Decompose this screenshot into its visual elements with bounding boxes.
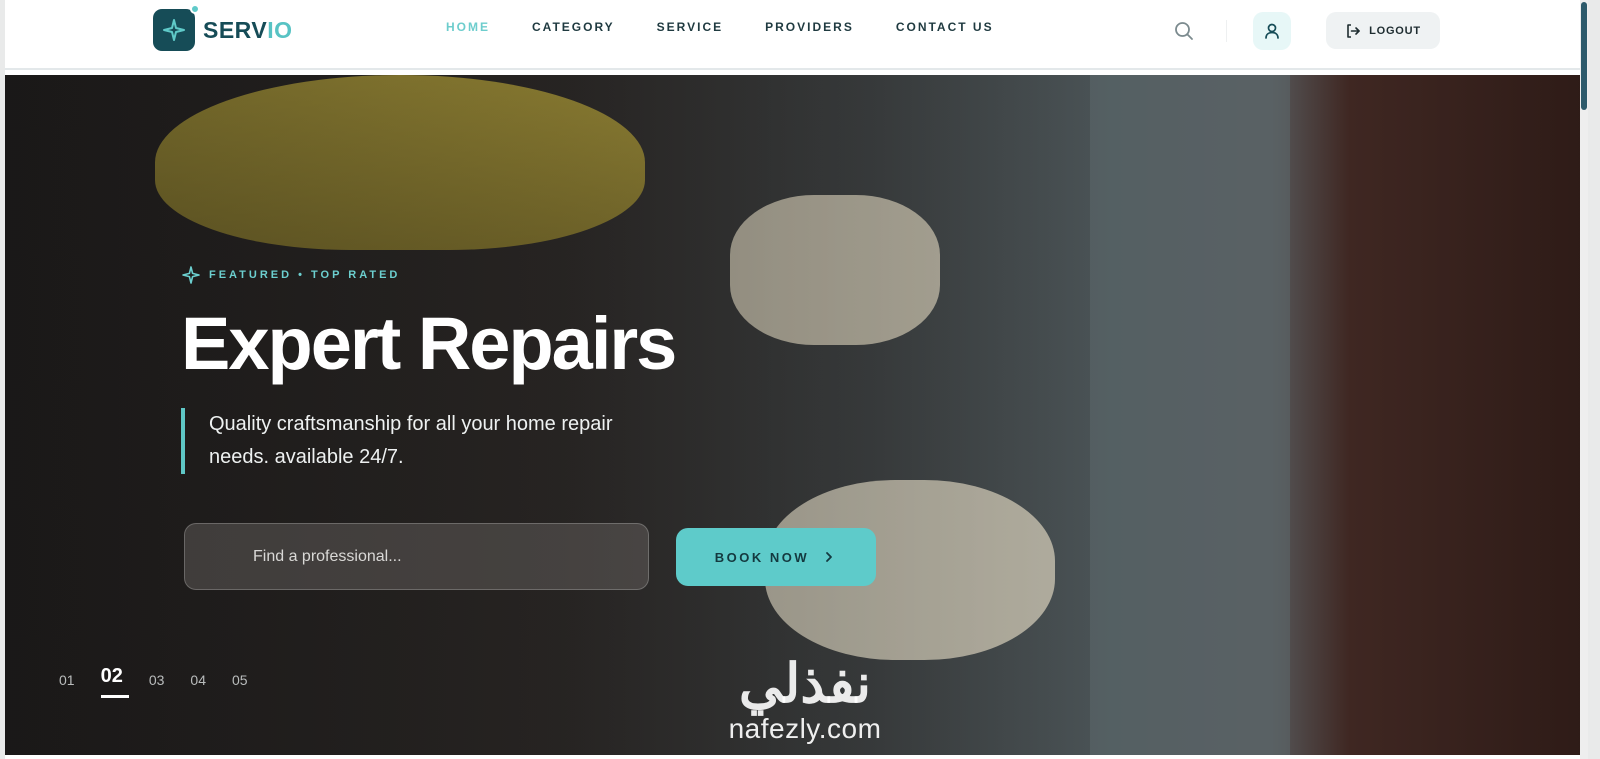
book-now-button[interactable]: BOOK NOW	[676, 528, 876, 586]
hero-slider: FEATURED • TOP RATED Expert Repairs Qual…	[5, 75, 1587, 755]
hero-description-text: Quality craftsmanship for all your home …	[209, 413, 613, 468]
professional-search-input[interactable]	[185, 524, 648, 589]
brand-name: SERVIO	[203, 17, 293, 44]
hero-title: Expert Repairs	[181, 302, 677, 385]
brand-logo[interactable]: SERVIO	[153, 4, 293, 51]
nav-home[interactable]: HOME	[446, 20, 490, 34]
header-divider	[1226, 20, 1227, 42]
slide-indicator-1[interactable]: 01	[59, 672, 75, 698]
logout-icon	[1347, 23, 1360, 38]
hero-description: Quality craftsmanship for all your home …	[181, 408, 671, 474]
top-navbar: SERVIO HOME CATEGORY SERVICE PROVIDERS C…	[5, 0, 1587, 70]
sparkle-icon	[182, 266, 200, 284]
nav-service[interactable]: SERVICE	[657, 20, 723, 34]
main-nav: HOME CATEGORY SERVICE PROVIDERS CONTACT …	[446, 20, 1036, 34]
hero-eyebrow: FEATURED • TOP RATED	[181, 265, 400, 285]
search-icon[interactable]	[1173, 20, 1195, 42]
professional-search	[184, 523, 649, 590]
slide-indicator-3[interactable]: 03	[149, 672, 165, 698]
page-scrollbar-thumb[interactable]	[1581, 2, 1587, 110]
logout-button[interactable]: LOGOUT	[1326, 12, 1440, 49]
book-now-label: BOOK NOW	[714, 549, 810, 565]
page-frame: SERVIO HOME CATEGORY SERVICE PROVIDERS C…	[5, 0, 1587, 759]
brand-name-part1: SERV	[203, 16, 268, 43]
nav-providers[interactable]: PROVIDERS	[765, 20, 854, 34]
sparkle-logo-icon	[153, 4, 200, 51]
slide-indicator-5[interactable]: 05	[232, 672, 248, 698]
user-profile-button[interactable]	[1253, 12, 1291, 50]
window-edge	[1588, 0, 1600, 759]
hero-eyebrow-text: FEATURED • TOP RATED	[209, 269, 401, 281]
slide-pager: 01 02 03 04 05	[59, 665, 274, 698]
brand-name-part2: IO	[267, 16, 293, 43]
watermark-latin: nafezly.com	[728, 713, 882, 744]
nav-category[interactable]: CATEGORY	[532, 20, 615, 34]
page-scrollbar-track[interactable]	[1580, 0, 1588, 759]
slide-indicator-2[interactable]: 02	[100, 665, 129, 698]
nav-contact-us[interactable]: CONTACT US	[896, 20, 994, 34]
slide-indicator-4[interactable]: 04	[190, 672, 206, 698]
watermark-arabic: نفذلي	[738, 654, 872, 714]
watermark: نفذلي nafezly.com	[705, 655, 905, 745]
logo-dot	[190, 4, 200, 14]
user-icon	[1265, 23, 1279, 39]
logout-label: LOGOUT	[1369, 24, 1421, 37]
chevron-right-icon	[826, 552, 833, 562]
